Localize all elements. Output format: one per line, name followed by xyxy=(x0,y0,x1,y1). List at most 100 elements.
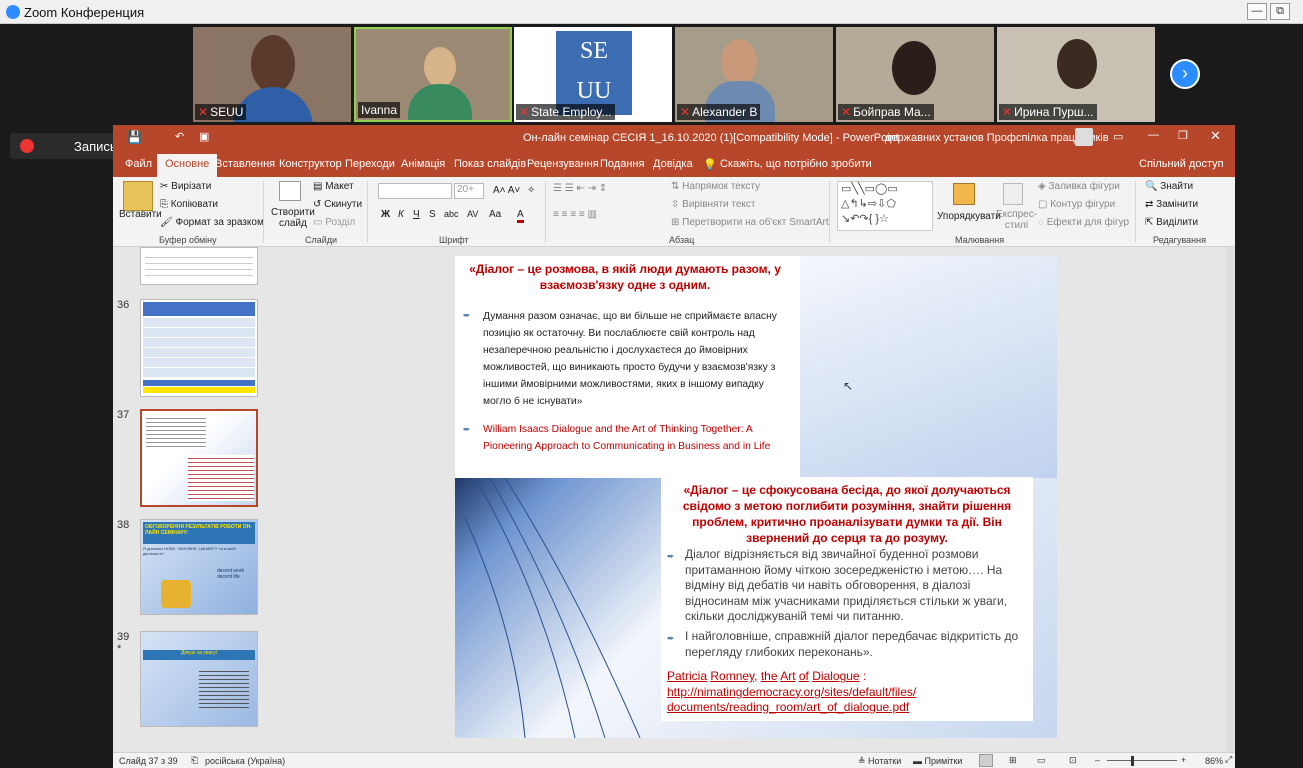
language-indicator[interactable]: російська (Україна) xyxy=(205,756,285,766)
slideshow-view-icon[interactable]: ⊡ xyxy=(1069,755,1077,766)
minimize-button[interactable]: — xyxy=(1247,3,1267,20)
zoom-slider[interactable] xyxy=(1107,760,1177,761)
shape-effects-button[interactable]: ◌ Ефекти для фігур xyxy=(1038,217,1129,228)
bullets-icon[interactable]: ☰ ☰ ⇤ ⇥ ⇕ xyxy=(553,183,607,194)
zoom-level[interactable]: 86% xyxy=(1205,756,1223,766)
arrange-icon[interactable] xyxy=(953,183,975,205)
shapes-gallery[interactable]: ▭╲╲▭◯▭ △↰↳⇨⇩⬠ ↘↶↷{ }☆ xyxy=(837,181,933,231)
tab-slideshow[interactable]: Показ слайдів xyxy=(454,158,526,170)
spellcheck-icon[interactable]: ⎗ xyxy=(191,755,198,766)
share-button[interactable]: Спільний доступ xyxy=(1139,158,1224,170)
citation-link[interactable]: Art xyxy=(780,669,795,683)
slide-thumbnail-38[interactable]: ОБГОВОРЕННЯ РЕЗУЛЬТАТІВ РОБОТИ ОН-ЛАЙН С… xyxy=(140,519,258,615)
tab-home[interactable]: Основне xyxy=(157,154,218,177)
restore-button[interactable]: ❐ xyxy=(1178,129,1188,142)
paste-icon[interactable] xyxy=(123,181,153,211)
cut-button[interactable]: ✂ Вирізати xyxy=(160,181,211,192)
tab-review[interactable]: Рецензування xyxy=(527,158,599,170)
citation-link[interactable]: Romney xyxy=(710,669,754,683)
save-icon[interactable]: 💾 xyxy=(127,130,142,144)
participant-tile[interactable]: ✕ Alexander B xyxy=(675,27,833,122)
vertical-scrollbar[interactable] xyxy=(1227,247,1235,752)
tab-help[interactable]: Довідка xyxy=(653,158,693,170)
char-spacing-button[interactable]: AV xyxy=(467,209,478,219)
fit-slide-icon[interactable]: ⤢ xyxy=(1225,754,1232,765)
select-button[interactable]: ⇱ Виділити xyxy=(1145,217,1198,228)
undo-icon[interactable]: ↶ xyxy=(175,130,184,143)
participant-tile[interactable]: SE UU ✕ State Employ... xyxy=(514,27,672,122)
change-case-button[interactable]: Aa xyxy=(489,209,501,220)
new-slide-icon[interactable] xyxy=(279,181,301,201)
user-icon[interactable] xyxy=(1075,128,1093,146)
ribbon-display-icon[interactable]: ▭ xyxy=(1113,130,1123,143)
smartart-button[interactable]: ⊞ Перетворити на об'єкт SmartArt xyxy=(671,217,829,228)
participant-tile[interactable]: ✕ SEUU xyxy=(193,27,351,122)
normal-view-icon[interactable] xyxy=(979,754,993,767)
copy-button[interactable]: ⎘ Копіювати xyxy=(160,199,218,210)
citation-link[interactable]: the xyxy=(761,669,778,683)
slide-thumbnail-37-selected[interactable] xyxy=(140,409,258,507)
zoom-out-button[interactable]: – xyxy=(1095,755,1100,765)
section-button[interactable]: ▭ Розділ xyxy=(313,217,355,228)
zoom-in-button[interactable]: + xyxy=(1181,755,1186,765)
font-size-input[interactable]: 20+ xyxy=(454,183,484,199)
slide-thumbnail-36[interactable] xyxy=(140,299,258,397)
slideshow-icon[interactable]: ▣ xyxy=(199,130,209,143)
close-button[interactable]: ✕ xyxy=(1210,128,1221,144)
format-painter-button[interactable]: 🖌 Формат за зразком xyxy=(160,217,264,228)
font-name-input[interactable] xyxy=(378,183,452,199)
tab-view[interactable]: Подання xyxy=(600,158,644,170)
align-icons[interactable]: ≡ ≡ ≡ ≡ ▥ xyxy=(553,209,597,220)
citation-url[interactable]: reading_room xyxy=(729,700,803,714)
tab-insert[interactable]: Вставлення xyxy=(215,158,275,170)
notes-button[interactable]: ≜ Нотатки xyxy=(858,756,901,767)
tell-me-search[interactable]: Скажіть, що потрібно зробити xyxy=(720,158,872,170)
bold-button[interactable]: Ж xyxy=(381,209,390,220)
citation-2[interactable]: Patricia Romney, the Art of Dialogue : h… xyxy=(667,669,1032,716)
slide-thumbnail-35[interactable] xyxy=(140,247,258,285)
comments-button[interactable]: ▬ Примітки xyxy=(913,756,962,766)
font-color-button[interactable]: A xyxy=(517,209,524,223)
tab-design[interactable]: Конструктор xyxy=(279,158,342,170)
tab-transitions[interactable]: Переходи xyxy=(345,158,395,170)
tab-file[interactable]: Файл xyxy=(125,158,152,170)
paste-button[interactable]: Вставити xyxy=(119,209,162,220)
citation-link[interactable]: Dialogue xyxy=(812,669,859,683)
next-page-button[interactable]: › xyxy=(1170,59,1200,89)
quick-styles-button[interactable]: Експрес-стилі xyxy=(996,209,1037,231)
slide-sorter-icon[interactable]: ⊞ xyxy=(1009,755,1017,766)
participant-tile[interactable]: ✕ Бойправ Ма... xyxy=(836,27,994,122)
citation-url[interactable]: http://nimatingdemocracy.org/sites/defau… xyxy=(667,685,916,699)
align-text-button[interactable]: ⇳ Вирівняти текст xyxy=(671,199,756,210)
reading-view-icon[interactable]: ▭ xyxy=(1037,755,1046,766)
reset-button[interactable]: ↺ Скинути xyxy=(313,199,362,210)
replace-button[interactable]: ⇄ Замінити xyxy=(1145,199,1198,210)
citation-url[interactable]: documents/ xyxy=(667,700,729,714)
zoom-slider-thumb[interactable] xyxy=(1131,756,1134,766)
slide-thumbnail-39[interactable]: Дякую за увагу! xyxy=(140,631,258,727)
grow-font-icon[interactable]: A˄ A˅ xyxy=(493,185,520,196)
strikethrough-button[interactable]: S xyxy=(429,209,436,220)
shape-fill-button[interactable]: ◈ Заливка фігури xyxy=(1038,181,1120,192)
tab-animations[interactable]: Анімація xyxy=(401,158,445,170)
citation-link[interactable]: of xyxy=(799,669,809,683)
citation-link[interactable]: Patricia xyxy=(667,669,707,683)
citation-url[interactable]: /art_of_dialogue.pdf xyxy=(803,700,909,714)
new-slide-button[interactable]: Створити слайд xyxy=(271,207,315,229)
shape-outline-button[interactable]: ▢ Контур фігури xyxy=(1038,199,1115,210)
italic-button[interactable]: К xyxy=(398,209,404,220)
participant-tile-active[interactable]: Ivanna xyxy=(354,27,512,122)
arrange-button[interactable]: Упорядкувати xyxy=(937,211,1001,222)
layout-button[interactable]: ▤ Макет xyxy=(313,181,354,192)
clear-format-icon[interactable]: ✧ xyxy=(527,185,535,196)
minimize-button[interactable]: — xyxy=(1148,129,1159,141)
participant-tile[interactable]: ✕ Ирина Пурш... xyxy=(997,27,1155,122)
underline-button[interactable]: Ч xyxy=(413,209,420,220)
text-direction-button[interactable]: ⇅ Напрямок тексту xyxy=(671,181,760,192)
slide-37[interactable]: «Діалог – це розмова, в якій люди думают… xyxy=(455,256,1057,738)
restore-button[interactable]: ⧉ xyxy=(1270,3,1290,20)
quick-styles-icon[interactable] xyxy=(1003,183,1023,205)
find-button[interactable]: 🔍 Знайти xyxy=(1145,181,1193,192)
shadow-button[interactable]: abc xyxy=(444,209,459,219)
slide-thumbnails-pane[interactable]: 36 37 38 ОБГОВОРЕННЯ РЕЗУЛЬТАТІВ РОБОТИ … xyxy=(113,247,273,752)
